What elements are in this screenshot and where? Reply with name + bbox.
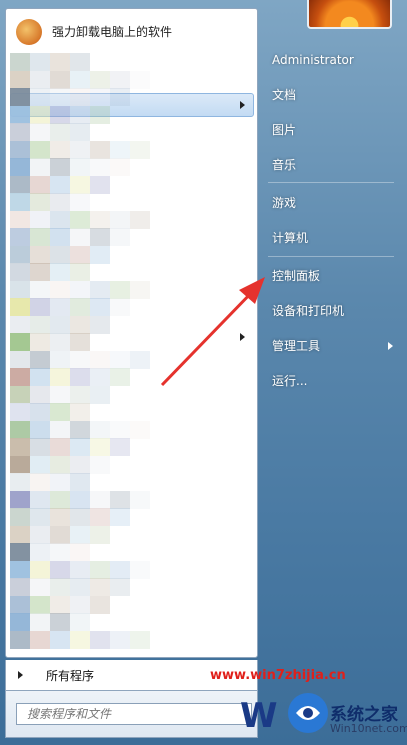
annotation-arrow-icon [160,277,265,387]
watermark-logo-icon: W [240,693,328,736]
watermark-subdomain-text: Win10net.com [330,722,407,735]
watermark-site-text: www.win7zhijia.cn [210,668,346,683]
svg-text:W: W [240,696,278,736]
